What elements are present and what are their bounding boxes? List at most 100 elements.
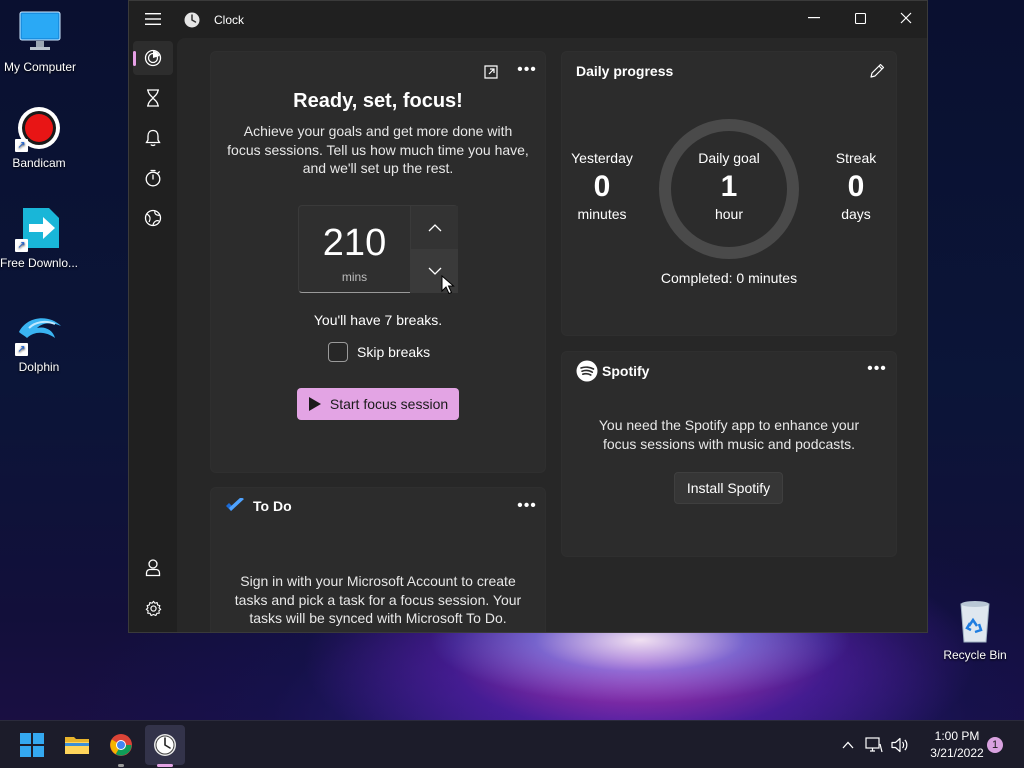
minimize-icon [808,17,820,19]
desktop-icon-label: Recycle Bin [943,648,1007,662]
nav-timer[interactable] [133,81,173,115]
desktop-icon-free-download[interactable]: ↗ Free Downlo... [0,204,79,271]
focus-description: Achieve your goals and get more done wit… [227,123,529,176]
dolphin-icon: ↗ [15,308,63,356]
more-options-icon: ••• [867,360,887,377]
chevron-down-icon [428,267,441,275]
streak-label: Streak [835,150,877,166]
todo-header: To Do [225,498,292,514]
close-button[interactable] [883,1,927,35]
yesterday-value: 0 [593,170,611,203]
chevron-up-icon [428,223,441,231]
desktop-icon-dolphin[interactable]: ↗ Dolphin [0,308,79,374]
taskbar-file-explorer[interactable] [57,725,97,765]
desktop-icon-label: Bandicam [12,156,66,170]
nav-settings[interactable] [133,591,173,625]
windows-icon [20,733,44,757]
recycle-bin-icon [951,596,999,644]
desktop-icon-label: Free Downlo... [0,256,79,270]
todo-title: To Do [253,498,292,514]
maximize-button[interactable] [837,1,883,35]
folder-icon [65,737,89,754]
increase-minutes-button[interactable] [410,206,458,249]
minutes-picker[interactable]: 210 mins [298,205,458,293]
streak-value: 0 [847,170,865,203]
notification-badge[interactable]: 1 [987,737,1003,753]
chrome-icon [110,734,132,756]
nav-focus-sessions[interactable] [133,41,173,75]
menu-icon [145,13,161,25]
compact-overlay-icon [484,65,498,79]
nav-account[interactable] [133,551,173,585]
spotify-brand: Spotify [602,363,650,379]
edit-daily-goal-button[interactable] [865,60,889,82]
focus-session-card: ••• Ready, set, focus! Achieve your goal… [210,51,546,473]
stopwatch-icon [145,169,161,187]
taskbar-chrome[interactable] [101,725,141,767]
title-bar[interactable]: Clock [129,1,927,38]
streak-stat: Streak 0 days [816,150,896,222]
checkbox-box[interactable] [328,342,348,362]
active-indicator [157,764,173,767]
focus-more-options-button[interactable]: ••• [515,60,539,80]
spotify-more-options-button[interactable]: ••• [865,359,889,379]
chevron-up-icon [842,741,854,749]
todo-more-options-button[interactable]: ••• [515,496,539,516]
focus-heading: Ready, set, focus! [293,90,463,112]
taskbar-clock[interactable] [145,725,185,767]
shortcut-arrow-icon: ↗ [15,239,28,252]
person-icon [145,559,161,577]
network-button[interactable] [864,735,884,755]
hourglass-icon [147,89,159,107]
start-focus-session-button[interactable]: Start focus session [297,388,459,420]
nav-stopwatch[interactable] [133,161,173,195]
clock-app-icon [184,12,200,28]
download-manager-icon: ↗ [15,204,63,252]
daily-goal-label: Daily goal [698,150,760,166]
desktop-icon-my-computer[interactable]: My Computer [0,8,80,74]
minimize-button[interactable] [791,1,837,35]
install-spotify-button[interactable]: Install Spotify [674,472,783,504]
minutes-unit: mins [341,270,368,284]
globe-icon [144,209,162,227]
focus-compact-button[interactable] [479,62,503,82]
main-content: ••• Ready, set, focus! Achieve your goal… [177,38,927,632]
pencil-icon [870,63,885,78]
window-title: Clock [214,13,245,27]
maximize-icon [854,12,866,24]
focus-icon [144,49,162,67]
navigation-sidebar [129,38,177,632]
network-icon [865,737,883,753]
monitor-icon [16,8,64,56]
start-button[interactable] [12,725,52,765]
desktop-icon-label: Dolphin [18,360,60,374]
spotify-icon [576,360,598,382]
shortcut-arrow-icon: ↗ [15,139,28,152]
running-indicator [118,764,124,767]
taskbar: 1:00 PM 3/21/2022 1 [0,720,1024,768]
clock-app-icon [154,734,176,756]
desktop-icon-label: My Computer [3,60,77,74]
todo-check-icon [226,498,244,511]
desktop-icon-recycle-bin[interactable]: Recycle Bin [935,596,1015,662]
volume-button[interactable] [890,735,910,755]
hamburger-menu-button[interactable] [141,7,165,31]
daily-goal-value: 1 [720,170,738,203]
show-hidden-icons-button[interactable] [838,735,858,755]
play-icon [308,397,321,411]
yesterday-label: Yesterday [571,150,633,166]
todo-card: To Do ••• Sign in with your Microsoft Ac… [210,487,546,632]
desktop-icon-bandicam[interactable]: ↗ Bandicam [0,104,79,170]
daily-goal-unit: hour [714,206,744,222]
speaker-icon [891,737,908,753]
skip-breaks-label: Skip breaks [357,344,431,360]
spotify-logo: Spotify [576,360,649,382]
more-options-icon: ••• [517,497,537,514]
shortcut-arrow-icon: ↗ [15,343,28,356]
nav-world-clock[interactable] [133,201,173,235]
nav-alarm[interactable] [133,121,173,155]
yesterday-stat: Yesterday 0 minutes [562,150,642,222]
clock-window: Clock ••• Ready, set, focus! Achieve you… [128,0,928,633]
skip-breaks-checkbox[interactable]: Skip breaks [328,342,430,362]
gear-icon [145,600,161,616]
